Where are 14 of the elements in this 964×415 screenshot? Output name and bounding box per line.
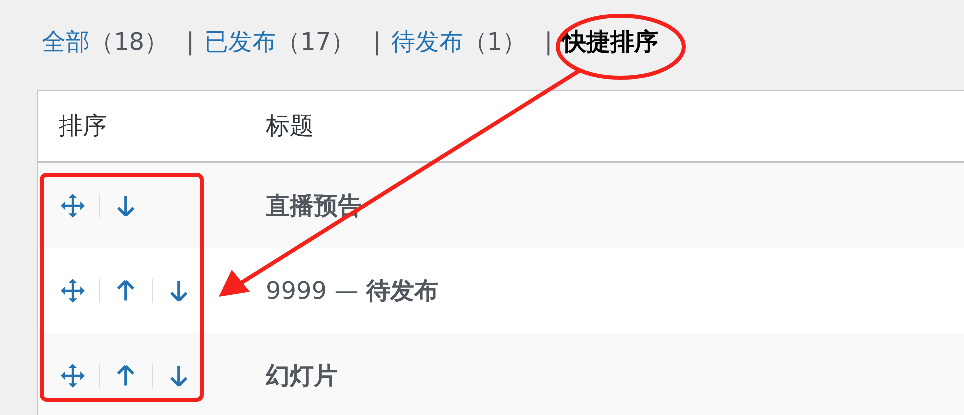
column-header: 排序	[59, 111, 107, 142]
move-icon[interactable]	[59, 362, 87, 390]
move-icon[interactable]	[59, 192, 87, 220]
filter-link[interactable]: 待发布（1）	[391, 26, 527, 58]
separator-text: |	[186, 28, 195, 56]
move-icon[interactable]	[59, 276, 87, 304]
separator-text: |	[373, 28, 382, 56]
post-title[interactable]: 幻灯片	[266, 362, 338, 390]
filter-link[interactable]: 已发布（17）	[204, 26, 356, 58]
filter-link[interactable]: 快捷排序	[562, 26, 659, 58]
filter-link[interactable]: 全部（18）	[42, 26, 169, 58]
column-header: 标题	[266, 112, 314, 140]
post-title[interactable]: 9999 — 待发布	[266, 276, 438, 304]
separator-text: |	[544, 28, 553, 56]
